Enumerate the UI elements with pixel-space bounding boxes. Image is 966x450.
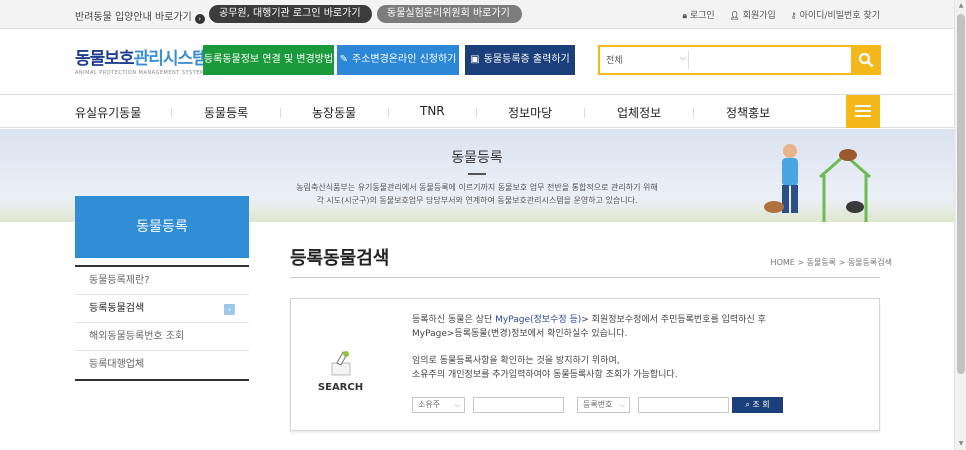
print-certificate-button[interactable]: ▣ 동물등록증 출력하기 xyxy=(465,45,575,75)
nav-item-info[interactable]: 정보마당 xyxy=(508,104,552,121)
hamburger-icon xyxy=(855,105,871,107)
chevron-down-icon: ⌵ xyxy=(619,401,625,409)
scroll-up-icon[interactable]: ▲ xyxy=(957,2,965,10)
menu-toggle-button[interactable] xyxy=(846,95,880,128)
header: 동물보호관리시스템 ANIMAL PROTECTION MANAGEMENT S… xyxy=(0,29,954,95)
top-utility-bar: 반려동물 입양안내 바로가기 › 공무원, 대행기관 로그인 바로가기 › 동물실… xyxy=(0,0,954,37)
scroll-thumb[interactable] xyxy=(957,14,965,374)
find-account-link[interactable]: ⚷ 아이디/비밀번호 찾기 xyxy=(791,11,880,21)
query-button[interactable]: ⌕ 조 회 xyxy=(732,397,783,413)
dog-walker-illustration xyxy=(764,144,871,222)
login-link[interactable]: 🔒︎ 로그인 xyxy=(683,11,715,21)
side-item-overseas[interactable]: 해외동물등록번호 조회 xyxy=(75,323,249,351)
site-search: 전체 ⌵ xyxy=(598,45,881,75)
nav-item-policy[interactable]: 정책홍보 xyxy=(726,104,770,121)
side-item-search[interactable]: 등록동물검색 › xyxy=(75,295,249,323)
owner-type-select[interactable]: 소유주 ⌵ xyxy=(412,397,465,413)
search-button[interactable] xyxy=(851,45,881,75)
address-change-button[interactable]: ✎ 주소변경온라인 신청하기 xyxy=(337,45,459,75)
reg-type-select[interactable]: 등록번호 ⌵ xyxy=(577,397,630,413)
nav-item-registration[interactable]: 동물등록 xyxy=(204,104,248,121)
chevron-down-icon: ⌵ xyxy=(679,53,686,62)
nav-item-farm-animals[interactable]: 농장동물 xyxy=(312,104,356,121)
search-scope-select[interactable]: 전체 ⌵ xyxy=(606,53,686,66)
scroll-down-icon[interactable]: ▼ xyxy=(957,440,965,448)
arrow-right-icon: › xyxy=(194,14,205,24)
registration-info-button[interactable]: 등록동물정보 연결 및 변경방법 xyxy=(203,45,334,75)
ethics-committee-button[interactable]: 동물실험윤리위원회 바로가기 › xyxy=(377,5,522,37)
site-logo[interactable]: 동물보호관리시스템 ANIMAL PROTECTION MANAGEMENT S… xyxy=(75,44,208,76)
search-icon xyxy=(858,52,874,68)
nav-item-lost-animals[interactable]: 유실유기동물 xyxy=(75,104,141,121)
chevron-down-icon: ⌵ xyxy=(454,401,460,409)
reg-number-input[interactable] xyxy=(638,397,729,413)
join-link[interactable]: 👤︎ 회원가입 xyxy=(730,11,776,21)
page-scrollbar[interactable]: ▲ ▼ xyxy=(954,0,966,450)
nav-item-business[interactable]: 업체정보 xyxy=(617,104,661,121)
side-item-agencies[interactable]: 등록대행업체 xyxy=(75,351,249,379)
main-nav: 유실유기동물 동물등록 농장동물 TNR 정보마당 업체정보 정책홍보 xyxy=(0,95,954,128)
search-panel: SEARCH 등록하신 동물은 상단 MyPage(정보수정 등)> 회원정보수… xyxy=(290,298,880,431)
search-document-icon xyxy=(331,351,351,376)
search-icon: ⌕ xyxy=(745,400,750,409)
search-instructions: 등록하신 동물은 상단 MyPage(정보수정 등)> 회원정보수정에서 주민등… xyxy=(412,315,766,380)
side-item-about[interactable]: 동물등록제란? xyxy=(75,267,249,295)
search-input[interactable] xyxy=(692,51,842,69)
breadcrumb: HOME > 동물등록 > 동물등록검색 xyxy=(770,258,892,267)
nav-item-tnr[interactable]: TNR xyxy=(420,104,445,118)
page: 반려동물 입양안내 바로가기 › 공무원, 대행기관 로그인 바로가기 › 동물실… xyxy=(0,0,966,450)
key-icon: ⚷ xyxy=(790,11,797,20)
lock-icon: 🔒︎ xyxy=(682,11,687,20)
print-icon: ▣ xyxy=(470,54,480,65)
pencil-icon: ✎ xyxy=(339,54,348,65)
adopt-link[interactable]: 반려동물 입양안내 바로가기 › xyxy=(75,8,205,24)
side-menu-heading: 동물등록 xyxy=(75,196,249,258)
chevron-right-icon: › xyxy=(224,304,235,315)
owner-input[interactable] xyxy=(473,397,564,413)
official-login-button[interactable]: 공무원, 대행기관 로그인 바로가기 › xyxy=(209,5,372,37)
page-title: 등록동물검색 xyxy=(290,248,390,269)
account-links: 🔒︎ 로그인 👤︎ 회원가입 ⚷ 아이디/비밀번호 찾기 xyxy=(671,8,880,21)
side-menu: 동물등록제란? 등록동물검색 › 해외동물등록번호 조회 등록대행업체 xyxy=(75,265,249,381)
user-icon: 👤︎ xyxy=(729,11,740,20)
search-label: SEARCH xyxy=(317,382,364,393)
